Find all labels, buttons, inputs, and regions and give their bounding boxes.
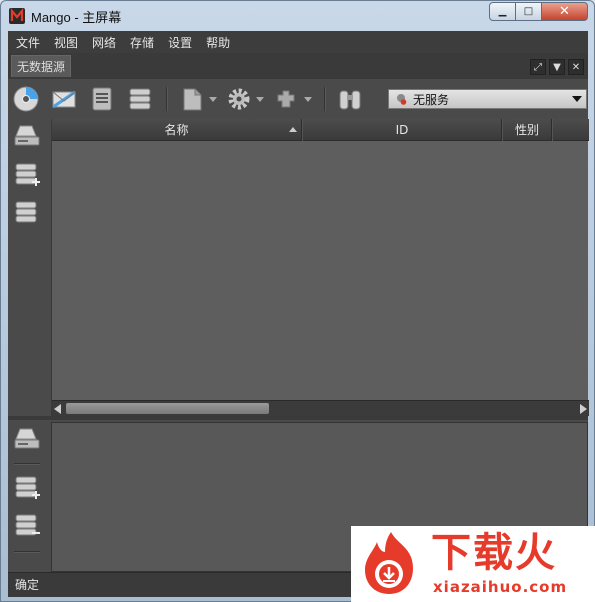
document-list-icon[interactable] (88, 85, 116, 113)
plugin-icon[interactable] (272, 85, 300, 113)
document-tab-row: 无数据源 ⤢ ▼ ✕ (8, 53, 588, 79)
menu-storage[interactable]: 存储 (126, 34, 164, 51)
database-remove-icon[interactable] (12, 512, 42, 540)
tab-controls: ⤢ ▼ ✕ (530, 59, 584, 75)
panel-splitter[interactable] (8, 416, 588, 420)
status-text: 确定 (15, 578, 40, 592)
toolbar-separator (324, 87, 325, 111)
main-toolbar: 无服务 (8, 79, 588, 119)
menu-view[interactable]: 视图 (50, 34, 88, 51)
menu-help[interactable]: 帮助 (202, 34, 240, 51)
toolbar-separator (166, 87, 167, 111)
client-area: 文件 视图 网络 存储 设置 帮助 无数据源 ⤢ ▼ ✕ 无服务 名称 ID 性… (8, 31, 589, 597)
flame-logo-icon (357, 530, 425, 598)
column-header-id[interactable]: ID (303, 119, 502, 141)
window-controls: ▁ □ ✕ (489, 2, 588, 21)
sort-ascending-icon (289, 127, 297, 132)
title-bar[interactable]: Mango - 主屏幕 ▁ □ ✕ (1, 1, 594, 31)
mail-icon[interactable] (50, 85, 78, 113)
tab-menu-button[interactable]: ▼ (549, 59, 565, 75)
scroll-left-icon[interactable] (54, 404, 61, 414)
tab-no-datasource[interactable]: 无数据源 (11, 55, 72, 77)
menu-settings[interactable]: 设置 (164, 34, 202, 51)
database-add-icon[interactable] (12, 474, 42, 502)
watermark-text: 下载火 (431, 530, 557, 576)
data-grid[interactable]: 名称 ID 性别 (51, 119, 589, 416)
plugin-dropdown-arrow[interactable] (304, 97, 312, 102)
chevron-down-icon (572, 96, 582, 102)
horizontal-scrollbar[interactable] (52, 400, 589, 416)
scrollbar-thumb[interactable] (66, 403, 269, 414)
mango-app-icon (9, 8, 25, 24)
close-icon: ✕ (559, 4, 570, 19)
column-header-gender[interactable]: 性别 (503, 119, 552, 141)
grid-header: 名称 ID 性别 (52, 119, 589, 141)
drive-eject-icon[interactable] (12, 425, 42, 453)
sidebar-separator (14, 463, 40, 464)
service-select-value: 无服务 (413, 92, 450, 107)
menu-file[interactable]: 文件 (12, 34, 50, 51)
file-dropdown-arrow[interactable] (209, 97, 217, 102)
gear-dropdown-arrow[interactable] (256, 97, 264, 102)
minimize-button[interactable]: ▁ (489, 2, 516, 21)
database-add-icon[interactable] (12, 161, 42, 189)
tab-float-button[interactable]: ⤢ (530, 59, 546, 75)
maximize-icon: □ (523, 6, 534, 17)
minimize-icon: ▁ (498, 6, 507, 17)
scroll-right-icon[interactable] (580, 404, 587, 414)
disc-icon[interactable] (12, 85, 40, 113)
watermark-subtext: xiazaihuo.com (433, 578, 568, 596)
settings-gear-icon[interactable] (225, 85, 253, 113)
left-sidebar (8, 119, 50, 572)
window-title: Mango - 主屏幕 (31, 10, 122, 25)
service-status-icon (395, 93, 407, 105)
menu-bar: 文件 视图 网络 存储 设置 帮助 (8, 31, 588, 53)
close-button[interactable]: ✕ (542, 2, 588, 21)
tab-close-button[interactable]: ✕ (568, 59, 584, 75)
database-icon[interactable] (12, 199, 42, 227)
service-select[interactable]: 无服务 (388, 89, 587, 109)
maximize-button[interactable]: □ (516, 2, 542, 21)
watermark: 下载火 xiazaihuo.com (351, 526, 595, 602)
file-icon[interactable] (178, 85, 206, 113)
sidebar-separator (14, 551, 40, 552)
column-header-name[interactable]: 名称 (52, 119, 302, 141)
drive-eject-icon[interactable] (12, 122, 42, 150)
column-header-name-label: 名称 (164, 123, 189, 137)
app-window: Mango - 主屏幕 ▁ □ ✕ 文件 视图 网络 存储 设置 帮助 无数据源… (0, 0, 595, 602)
menu-network[interactable]: 网络 (88, 34, 126, 51)
binoculars-icon[interactable] (336, 85, 364, 113)
database-icon[interactable] (126, 85, 154, 113)
